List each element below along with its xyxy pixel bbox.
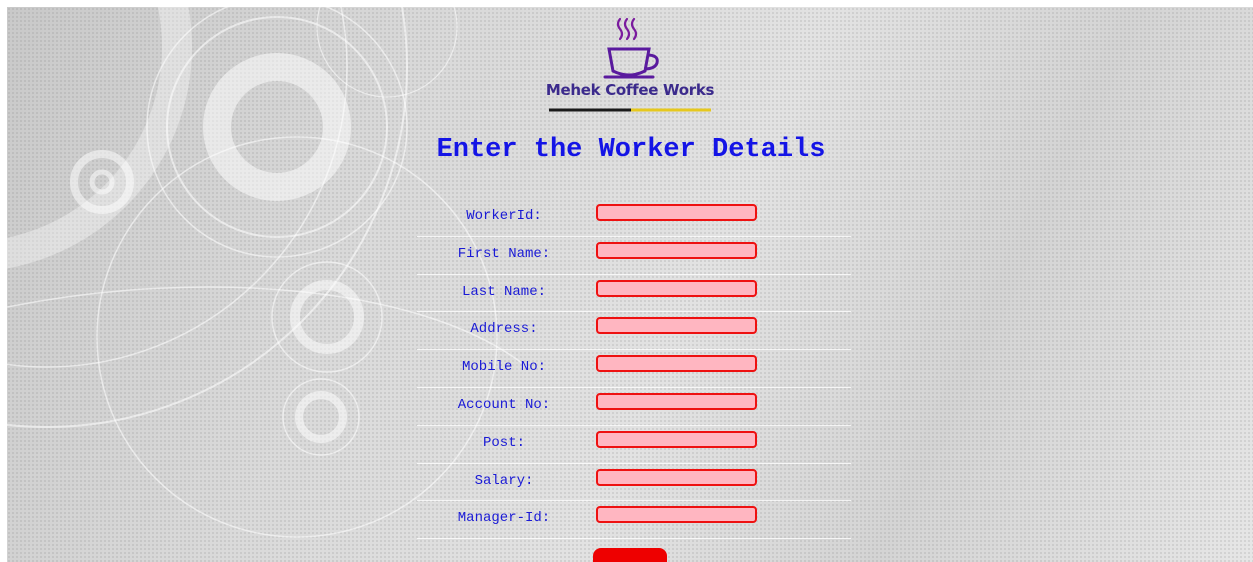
form-row-salary: Salary: <box>417 464 851 502</box>
post-input[interactable] <box>596 430 757 448</box>
form-row-workerid: WorkerId: <box>417 199 851 237</box>
post-label: Post: <box>482 434 525 451</box>
address-input[interactable] <box>596 317 757 335</box>
page-title: Enter the Worker Details <box>436 135 826 165</box>
workerid-label: WorkerId: <box>466 208 542 224</box>
page-background: Mehek Coffee Works Enter the Worker Deta… <box>7 7 1253 562</box>
manager-id-input[interactable] <box>596 506 757 524</box>
address-label: Address: <box>470 321 538 338</box>
salary-input[interactable] <box>596 468 757 486</box>
form-row-last-name: Last Name: <box>417 275 851 313</box>
form-row-first-name: First Name: <box>417 237 851 275</box>
first-name-input[interactable] <box>596 241 757 259</box>
submit-button[interactable] <box>593 548 667 562</box>
form-row-account-no: Account No: <box>417 388 851 426</box>
last-name-input[interactable] <box>596 279 757 297</box>
manager-id-label: Manager-Id: <box>457 510 551 527</box>
last-name-label: Last Name: <box>461 283 546 300</box>
workerid-input[interactable] <box>596 204 757 221</box>
salary-label: Salary: <box>474 472 534 489</box>
brand-name: Mehek Coffee Works <box>545 81 715 99</box>
account-no-label: Account No: <box>457 396 551 413</box>
mobile-no-input[interactable] <box>596 355 757 373</box>
worker-form: WorkerId: First Name: Last Name: Address… <box>417 199 851 540</box>
form-row-address: Address: <box>417 312 851 351</box>
first-name-label: First Name: <box>457 245 551 262</box>
form-row-mobile-no: Mobile No: <box>417 350 851 388</box>
account-no-input[interactable] <box>596 392 757 410</box>
form-row-post: Post: <box>417 426 851 464</box>
form-row-manager-id: Manager-Id: <box>417 501 851 540</box>
mobile-no-label: Mobile No: <box>461 359 546 376</box>
